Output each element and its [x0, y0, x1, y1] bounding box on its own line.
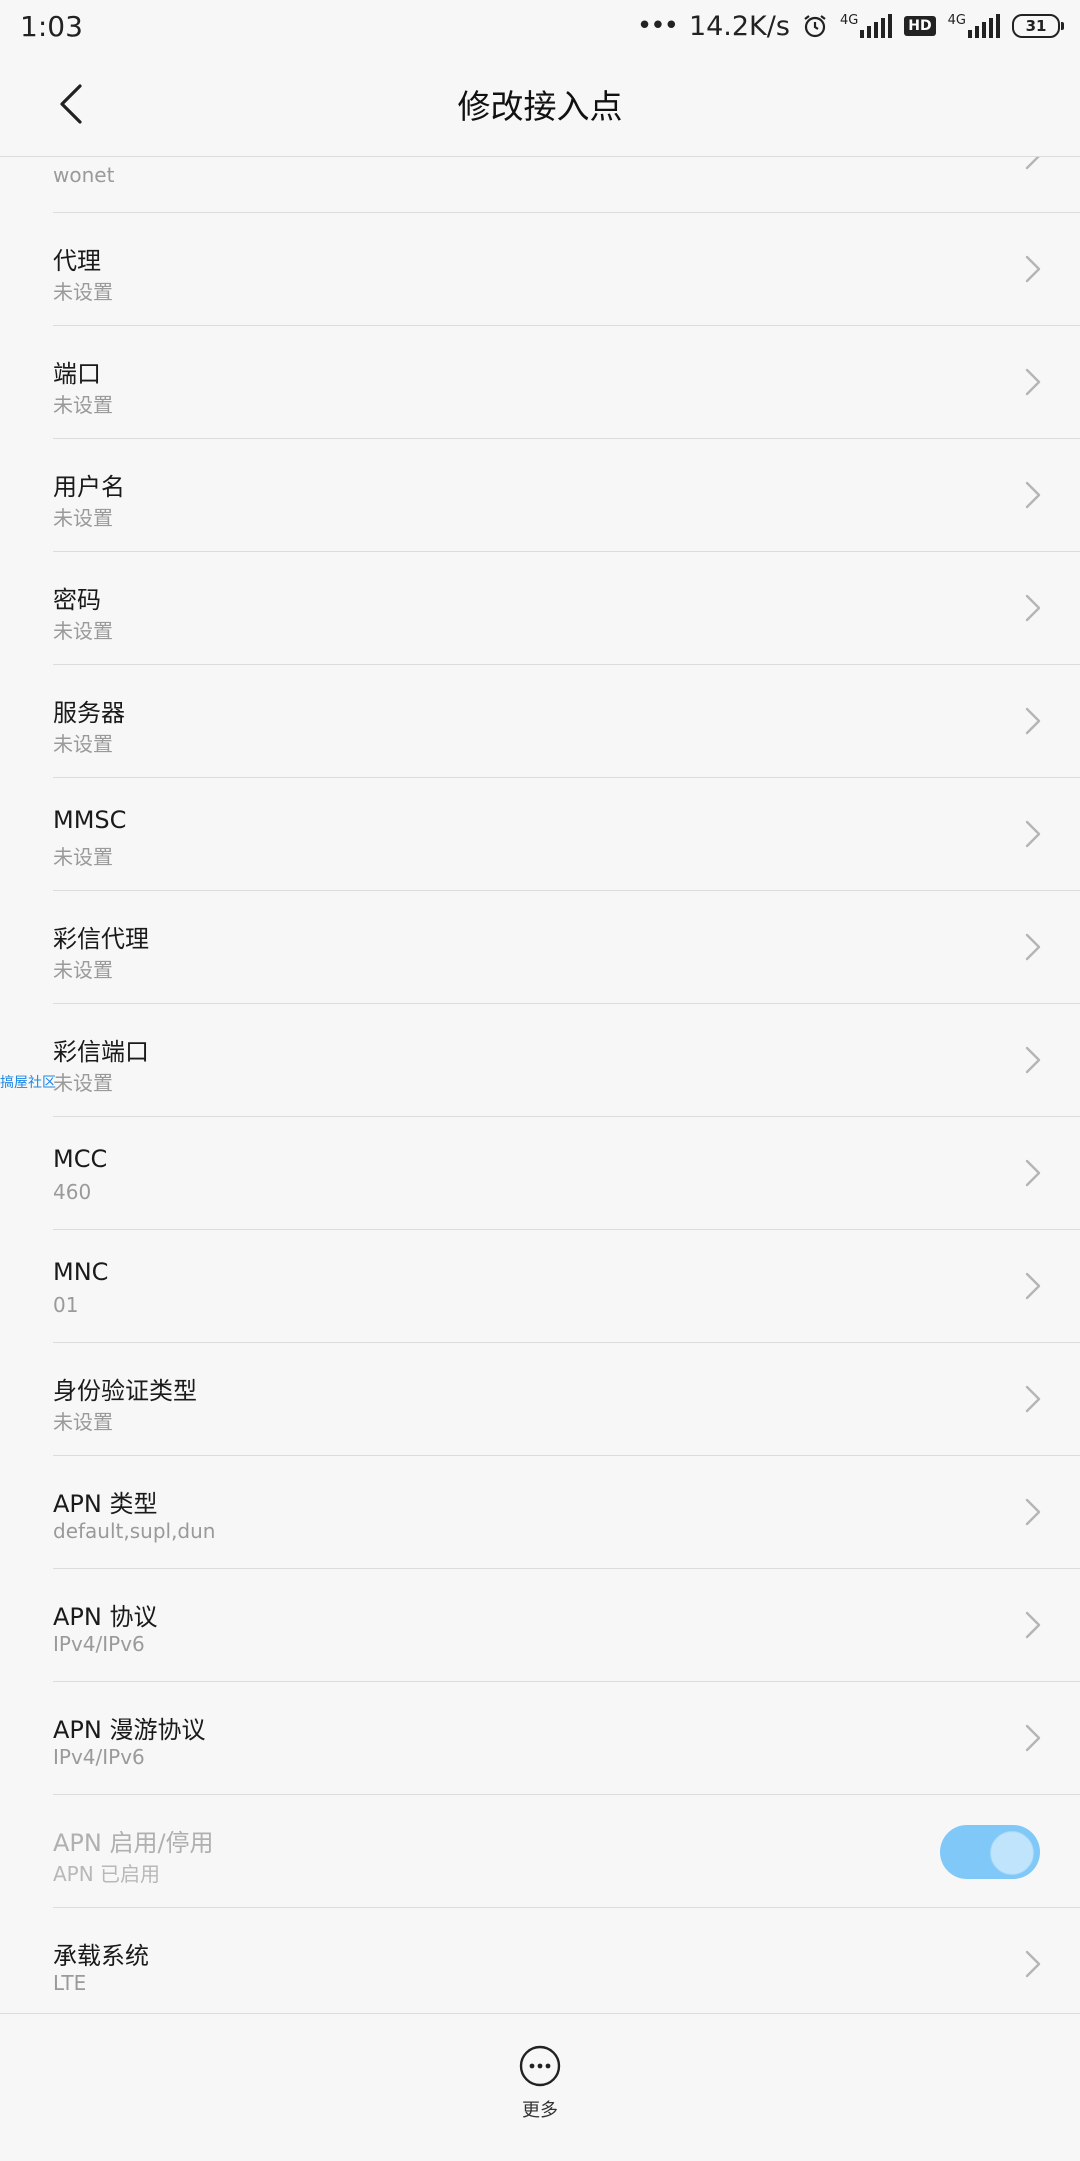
more-button[interactable]: 更多: [500, 2044, 580, 2144]
bottom-action-bar: 更多: [0, 2013, 1080, 2161]
settings-list[interactable]: wonet 代理 未设置 端口 未设置 用户名 未设置 密码 未设置 服务器 未设置 MMSC 未设置彩…: [0, 157, 1080, 2013]
list-item-title: 承载系统: [53, 1942, 149, 1970]
list-item-value: 未设置: [53, 1410, 113, 1434]
alarm-icon: [804, 15, 826, 38]
battery-icon: 31: [1012, 14, 1064, 38]
list-item-value: IPv4/IPv6: [53, 1632, 145, 1656]
chevron-right-icon: [1025, 1611, 1041, 1639]
list-item-title: 代理: [53, 247, 101, 275]
list-item[interactable]: MCC 460: [53, 1117, 1080, 1230]
list-item-title: 身份验证类型: [53, 1377, 197, 1405]
chevron-right-icon: [1025, 1950, 1041, 1978]
app-header: 修改接入点: [0, 52, 1080, 157]
more-dots-icon: •••: [636, 11, 679, 41]
list-item[interactable]: 彩信代理 未设置: [53, 891, 1080, 1004]
chevron-right-icon: [1025, 157, 1040, 170]
list-item-title: APN 协议: [53, 1603, 158, 1631]
settings-list-content: wonet 代理 未设置 端口 未设置 用户名 未设置 密码 未设置 服务器 未设置 MMSC 未设置彩…: [0, 157, 1080, 2013]
list-item[interactable]: 承载系统 LTE: [53, 1908, 1080, 2013]
list-item-value: default,supl,dun: [53, 1519, 216, 1543]
list-item-value: IPv4/IPv6: [53, 1745, 145, 1769]
network-type-label: 4G: [839, 13, 859, 28]
list-item[interactable]: APN 启用/停用 APN 已启用: [53, 1795, 1080, 1908]
list-item-title: 彩信代理: [53, 925, 149, 953]
chevron-right-icon: [1025, 1046, 1041, 1074]
list-item-title: 服务器: [53, 699, 125, 727]
list-item-value: 未设置: [53, 845, 113, 869]
list-item[interactable]: 服务器 未设置: [53, 665, 1080, 778]
list-item[interactable]: 彩信端口 未设置: [53, 1004, 1080, 1117]
chevron-right-icon: [1025, 1385, 1041, 1413]
list-item-value: 460: [53, 1180, 92, 1204]
status-bar: 1:03 ••• 14.2K/s 4G HD 4G 31: [0, 0, 1080, 52]
chevron-right-icon: [1025, 255, 1041, 283]
list-item[interactable]: MMSC 未设置: [53, 778, 1080, 891]
chevron-right-icon: [1025, 481, 1041, 509]
list-item-title: APN 类型: [53, 1490, 158, 1518]
list-item[interactable]: 端口 未设置: [53, 326, 1080, 439]
chevron-right-icon: [1025, 594, 1041, 622]
chevron-right-icon: [1025, 1724, 1041, 1752]
page-title: 修改接入点: [457, 87, 623, 126]
list-item[interactable]: 密码 未设置: [53, 552, 1080, 665]
list-item-value: 未设置: [53, 619, 113, 643]
list-item[interactable]: wonet: [53, 157, 1080, 213]
list-item-title: 端口: [53, 360, 101, 388]
list-item-value: wonet: [53, 163, 115, 187]
chevron-right-icon: [1025, 820, 1041, 848]
list-item[interactable]: 用户名 未设置: [53, 439, 1080, 552]
list-item-value: 未设置: [53, 732, 113, 756]
list-item[interactable]: 代理 未设置: [53, 213, 1080, 326]
watermark-text: 搞屋社区: [0, 1075, 56, 1091]
list-item-value: 未设置: [53, 393, 113, 417]
list-item[interactable]: MNC 01: [53, 1230, 1080, 1343]
hd-icon: HD: [904, 16, 936, 36]
list-item-title: APN 启用/停用: [53, 1829, 214, 1857]
back-button[interactable]: [40, 72, 104, 136]
back-arrow-icon: [60, 84, 82, 124]
battery-level: 31: [1025, 17, 1047, 35]
chevron-right-icon: [1025, 1159, 1041, 1187]
list-item-value: 未设置: [53, 280, 113, 304]
list-item[interactable]: APN 漫游协议 IPv4/IPv6: [53, 1682, 1080, 1795]
list-item-title: 密码: [53, 586, 101, 614]
list-item[interactable]: 身份验证类型 未设置: [53, 1343, 1080, 1456]
toggle-knob: [990, 1831, 1034, 1875]
list-item-value: LTE: [53, 1971, 87, 1995]
list-item-value: 未设置: [53, 958, 113, 982]
list-item-value: 01: [53, 1293, 79, 1317]
status-time: 1:03: [20, 9, 83, 43]
chevron-right-icon: [1025, 368, 1041, 396]
chevron-right-icon: [1025, 1272, 1041, 1300]
list-item-title: MNC: [53, 1258, 109, 1286]
list-item-value: 未设置: [53, 506, 113, 530]
list-item-title: 彩信端口: [53, 1038, 149, 1066]
more-label: 更多: [522, 2100, 558, 2121]
list-item-title: MCC: [53, 1145, 108, 1173]
more-options-icon: [519, 2045, 561, 2087]
list-item[interactable]: APN 协议 IPv4/IPv6: [53, 1569, 1080, 1682]
list-item-value: APN 已启用: [53, 1862, 161, 1886]
signal-icon: [860, 14, 893, 38]
list-item-title: MMSC: [53, 806, 127, 834]
list-item-title: APN 漫游协议: [53, 1716, 206, 1744]
apn-enable-toggle[interactable]: [940, 1825, 1040, 1879]
status-icons: ••• 14.2K/s 4G HD 4G 31: [636, 10, 1064, 42]
network-type-label: 4G: [947, 13, 966, 28]
signal-icon: [968, 14, 1000, 38]
list-item-value: 未设置: [53, 1071, 113, 1095]
chevron-right-icon: [1025, 1498, 1041, 1526]
list-item-title: 用户名: [53, 473, 125, 501]
net-speed: 14.2K/s: [688, 10, 790, 42]
chevron-right-icon: [1025, 707, 1041, 735]
chevron-right-icon: [1025, 933, 1041, 961]
list-item[interactable]: APN 类型 default,supl,dun: [53, 1456, 1080, 1569]
